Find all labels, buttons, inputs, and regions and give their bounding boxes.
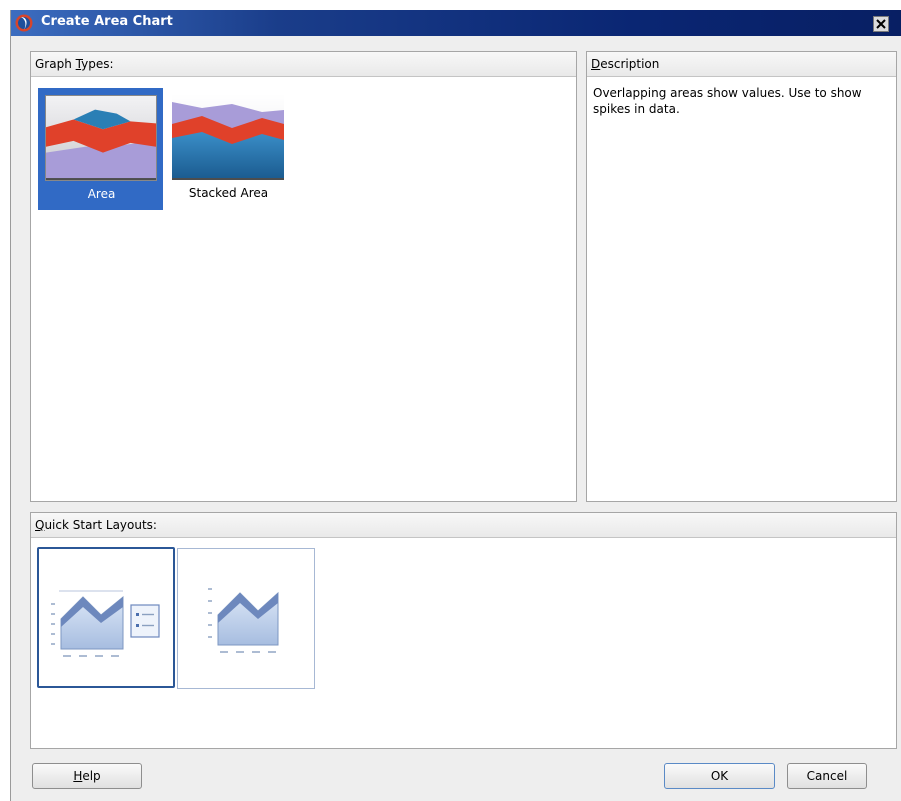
quick-start-layouts-panel: Quick Start Layouts:: [30, 512, 897, 749]
close-icon: [876, 19, 886, 29]
area-layout-with-legend-icon: [51, 590, 160, 657]
dialog-title: Create Area Chart: [41, 14, 173, 29]
stacked-area-chart-icon: [172, 94, 284, 180]
ok-button[interactable]: OK: [664, 763, 775, 789]
graph-type-label: Area: [87, 187, 116, 201]
help-button[interactable]: Help: [32, 763, 142, 789]
cancel-button[interactable]: Cancel: [787, 763, 867, 789]
title-bar: Create Area Chart: [11, 10, 901, 36]
graph-types-panel: Graph Types: Area Stacked Area: [30, 51, 577, 502]
graph-types-header: Graph Types:: [31, 52, 576, 77]
create-area-chart-dialog: Create Area Chart Graph Types: Area Stac…: [10, 10, 901, 801]
close-button[interactable]: [873, 16, 889, 32]
layout-chart-with-legend[interactable]: [37, 547, 175, 688]
help-mnemonic: H: [73, 769, 83, 783]
description-text: Overlapping areas show values. Use to sh…: [593, 86, 862, 116]
description-header: Description: [587, 52, 896, 77]
area-layout-icon: [208, 588, 279, 653]
graph-type-area[interactable]: Area: [38, 88, 163, 210]
layout-chart-only[interactable]: [177, 548, 315, 689]
quick-start-header: Quick Start Layouts:: [31, 513, 896, 538]
description-panel: Description Overlapping areas show value…: [586, 51, 897, 502]
area-chart-icon: [45, 95, 157, 181]
graph-type-label: Stacked Area: [188, 186, 269, 200]
graph-type-stacked-area[interactable]: Stacked Area: [166, 88, 291, 210]
app-logo-icon: [15, 14, 33, 32]
description-mnemonic: D: [591, 57, 601, 71]
